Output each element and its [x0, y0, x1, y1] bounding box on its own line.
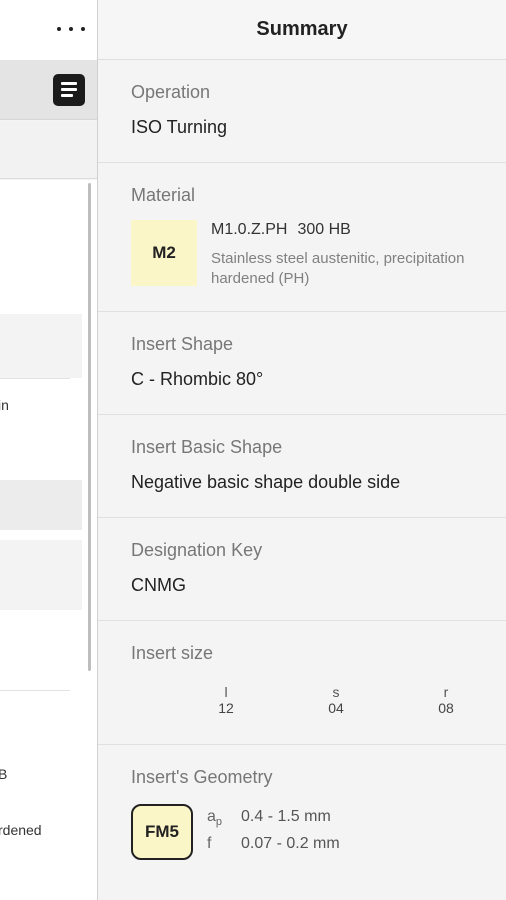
- material-code: M1.0.Z.PH: [211, 221, 288, 238]
- param-symbol: a: [207, 808, 216, 825]
- geometry-param-depth: ap 0.4 - 1.5 mm: [207, 806, 340, 833]
- size-value: 12: [218, 700, 234, 716]
- insert-basic-shape-value: Negative basic shape double side: [131, 472, 401, 492]
- designation-key-section[interactable]: Designation Key CNMG: [98, 518, 506, 621]
- size-column-l: l 12: [171, 684, 281, 716]
- insert-shape-label: Insert Shape: [131, 334, 234, 354]
- insert-basic-shape-section[interactable]: Insert Basic Shape Negative basic shape …: [98, 415, 506, 518]
- size-symbol: l: [224, 684, 228, 700]
- material-code-line: M1.0.Z.PH 300 HB: [211, 221, 481, 239]
- list-item-text: rdened: [0, 822, 42, 838]
- list-item[interactable]: [0, 540, 82, 610]
- designation-key-label: Designation Key: [131, 540, 263, 560]
- scrollbar[interactable]: [88, 183, 91, 671]
- material-label: Material: [131, 185, 196, 205]
- material-badge: M2: [131, 220, 197, 286]
- list-item-text: B: [0, 766, 8, 782]
- insert-shape-section[interactable]: Insert Shape C - Rhombic 80°: [98, 312, 506, 415]
- insert-basic-shape-label: Insert Basic Shape: [131, 437, 283, 457]
- param-symbol: f: [207, 835, 212, 853]
- page-title: Summary: [256, 18, 348, 40]
- insert-size-section[interactable]: Insert size l 12 s 04 r 08: [98, 621, 506, 745]
- insert-geometry-label: Insert's Geometry: [131, 767, 273, 787]
- divider: [0, 690, 70, 691]
- list-item[interactable]: [0, 480, 82, 530]
- left-panel: in B rdened: [0, 0, 97, 900]
- insert-size-grid: l 12 s 04 r 08: [171, 684, 506, 744]
- param-subscript: p: [215, 816, 223, 829]
- summary-panel: Summary Operation ISO Turning Material M…: [97, 0, 506, 900]
- left-topbar: [0, 0, 97, 60]
- insert-shape-value: C - Rhombic 80°: [131, 369, 264, 389]
- designation-key-value: CNMG: [131, 575, 186, 595]
- more-options-icon[interactable]: [57, 22, 85, 36]
- param-range: 0.07 - 0.2 mm: [241, 835, 340, 853]
- size-column-s: s 04: [281, 684, 391, 716]
- operation-section[interactable]: Operation ISO Turning: [98, 60, 506, 163]
- left-strip: [0, 121, 97, 179]
- insert-size-label: Insert size: [131, 643, 214, 663]
- operation-value: ISO Turning: [131, 117, 228, 137]
- size-column-r: r 08: [391, 684, 501, 716]
- material-hardness: 300 HB: [297, 221, 351, 238]
- size-symbol: s: [332, 684, 340, 700]
- geometry-param-feed: f 0.07 - 0.2 mm: [207, 833, 340, 855]
- material-description: Stainless steel austenitic, precipitatio…: [211, 250, 465, 287]
- param-range: 0.4 - 1.5 mm: [241, 808, 331, 825]
- geometry-params: ap 0.4 - 1.5 mm f 0.07 - 0.2 mm: [207, 806, 340, 860]
- size-value: 08: [438, 700, 454, 716]
- left-list: in B rdened: [0, 180, 97, 900]
- summary-header: Summary: [98, 0, 506, 60]
- left-toolbar: [0, 60, 97, 120]
- size-value: 04: [328, 700, 344, 716]
- size-symbol: r: [443, 684, 449, 700]
- divider: [0, 378, 70, 379]
- list-item-text: in: [0, 397, 9, 413]
- list-item[interactable]: [0, 314, 82, 378]
- operation-label: Operation: [131, 82, 211, 102]
- insert-geometry-section[interactable]: Insert's Geometry FM5 ap 0.4 - 1.5 mm f 0.…: [98, 745, 506, 860]
- geometry-badge: FM5: [131, 804, 193, 860]
- notes-icon[interactable]: [53, 74, 85, 106]
- material-section[interactable]: Material M2 M1.0.Z.PH 300 HB Stainless st…: [98, 163, 506, 312]
